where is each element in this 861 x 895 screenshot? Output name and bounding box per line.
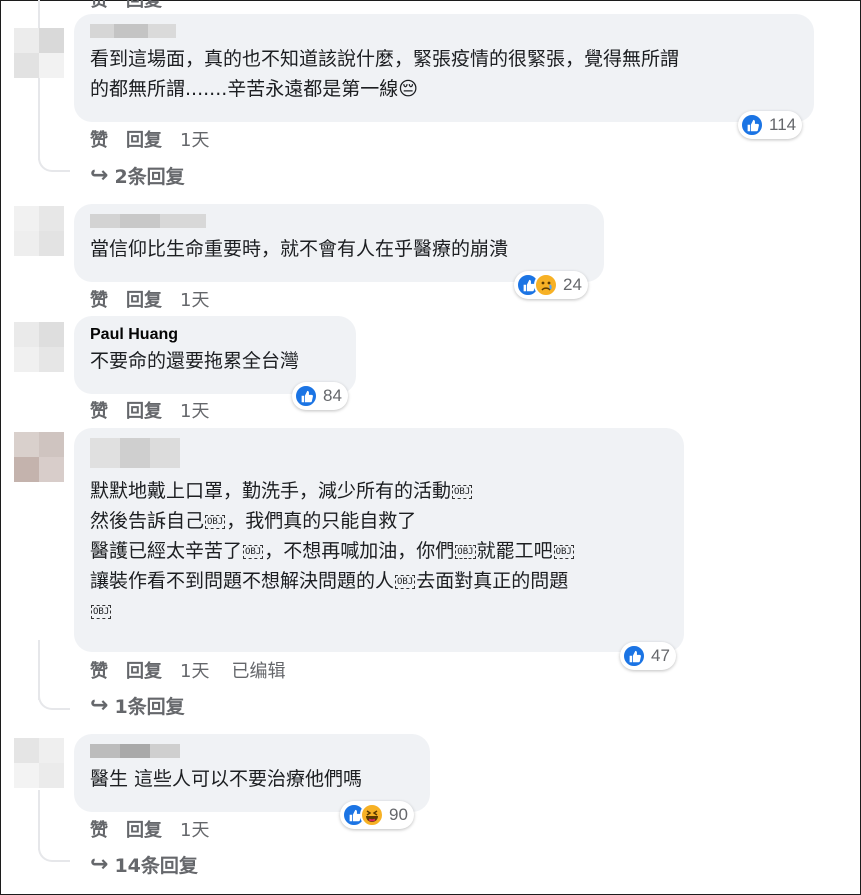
comment-actions: 赞 回复 1天 — [90, 286, 231, 312]
like-action[interactable]: 赞 — [90, 397, 108, 423]
timestamp[interactable]: 1天 — [180, 816, 209, 842]
obj-placeholder: OBJ — [455, 544, 476, 559]
timestamp[interactable]: 1天 — [180, 286, 209, 312]
like-action[interactable]: 赞 — [90, 126, 108, 152]
comment-actions-partial: 赞 回复 — [90, 0, 180, 12]
avatar[interactable] — [14, 432, 64, 482]
comment-actions: 赞 回复 1天 — [90, 816, 231, 842]
comment-text: 不要命的還要拖累全台灣 — [90, 350, 300, 372]
comment-text: 醫生 這些人可以不要治療他們嗎 — [90, 768, 363, 790]
avatar[interactable] — [14, 28, 64, 78]
thread-elbow — [38, 688, 70, 710]
comment-text: 當信仰比生命重要時，就不會有人在乎醫療的崩潰 — [90, 238, 509, 260]
timestamp[interactable]: 1天 — [180, 126, 209, 152]
reaction-summary[interactable]: 24 — [514, 271, 588, 299]
author-name-blurred[interactable] — [90, 744, 414, 758]
replies-label: 2条回复 — [114, 166, 185, 188]
avatar[interactable] — [14, 738, 64, 788]
comment-text: 看到這場面，真的也不知道該說什麼，緊張疫情的很緊張，覺得無所謂 的都無所謂...… — [90, 48, 680, 100]
reaction-summary[interactable]: 114 — [738, 111, 803, 139]
comment-bubble: 看到這場面，真的也不知道該說什麼，緊張疫情的很緊張，覺得無所謂 的都無所謂...… — [74, 14, 814, 122]
replies-label: 1条回复 — [114, 696, 185, 718]
reply-arrow-icon: ↪ — [90, 163, 109, 188]
timestamp[interactable]: 1天 — [180, 657, 209, 683]
like-reaction-icon — [622, 644, 646, 668]
comment-bubble: 默默地戴上口罩，勤洗手，減少所有的活動 OBJ 然後告訴自己 OBJ ，我們真的只能自… — [74, 428, 684, 652]
author-name-blurred[interactable] — [90, 214, 588, 228]
author-name-blurred[interactable] — [90, 438, 668, 468]
reply-action[interactable]: 回复 — [126, 0, 162, 12]
thread-elbow — [38, 840, 70, 862]
comment-actions: 赞 回复 1天 — [90, 397, 231, 423]
reply-action[interactable]: 回复 — [126, 816, 162, 842]
reply-action[interactable]: 回复 — [126, 126, 162, 152]
obj-placeholder: OBJ — [91, 604, 112, 619]
avatar[interactable] — [14, 206, 64, 256]
reply-action[interactable]: 回复 — [126, 397, 162, 423]
thread-line — [38, 0, 40, 160]
reaction-count: 114 — [769, 115, 797, 134]
sad-reaction-icon — [534, 273, 558, 297]
obj-placeholder: OBJ — [452, 484, 473, 499]
reaction-summary[interactable]: 47 — [620, 642, 676, 670]
author-name-blurred[interactable] — [90, 24, 798, 38]
reaction-count: 90 — [389, 805, 408, 824]
like-reaction-icon — [294, 384, 318, 408]
reaction-count: 24 — [563, 275, 582, 294]
reaction-summary[interactable]: 90 — [340, 801, 414, 829]
view-replies-link[interactable]: ↪ 14条回复 — [90, 851, 198, 878]
like-action[interactable]: 赞 — [90, 286, 108, 312]
edited-label: 已编辑 — [231, 661, 286, 682]
obj-placeholder: OBJ — [243, 544, 264, 559]
haha-reaction-icon — [360, 803, 384, 827]
thread-elbow — [38, 150, 70, 172]
comment-actions: 赞 回复 1天 已编辑 — [90, 657, 285, 683]
replies-label: 14条回复 — [114, 855, 198, 877]
like-action[interactable]: 赞 — [90, 0, 108, 12]
view-replies-link[interactable]: ↪ 2条回复 — [90, 162, 185, 189]
avatar[interactable] — [14, 322, 64, 372]
timestamp[interactable]: 1天 — [180, 397, 209, 423]
obj-placeholder: OBJ — [553, 544, 574, 559]
pensive-emoji: 😔 — [398, 78, 419, 100]
reply-action[interactable]: 回复 — [126, 657, 162, 683]
reaction-count: 84 — [323, 386, 342, 405]
obj-placeholder: OBJ — [395, 574, 416, 589]
reply-action[interactable]: 回复 — [126, 286, 162, 312]
obj-placeholder: OBJ — [205, 514, 226, 529]
like-reaction-icon — [740, 113, 764, 137]
comment-actions: 赞 回复 1天 — [90, 126, 231, 152]
like-action[interactable]: 赞 — [90, 816, 108, 842]
comment-text: 默默地戴上口罩，勤洗手，減少所有的活動 OBJ 然後告訴自己 OBJ ，我們真的只能自… — [90, 480, 574, 619]
like-action[interactable]: 赞 — [90, 657, 108, 683]
reaction-count: 47 — [651, 646, 670, 665]
author-name[interactable]: Paul Huang — [90, 326, 340, 344]
reply-arrow-icon: ↪ — [90, 693, 109, 718]
reply-arrow-icon: ↪ — [90, 852, 109, 877]
view-replies-link[interactable]: ↪ 1条回复 — [90, 692, 185, 719]
reaction-summary[interactable]: 84 — [292, 382, 348, 410]
